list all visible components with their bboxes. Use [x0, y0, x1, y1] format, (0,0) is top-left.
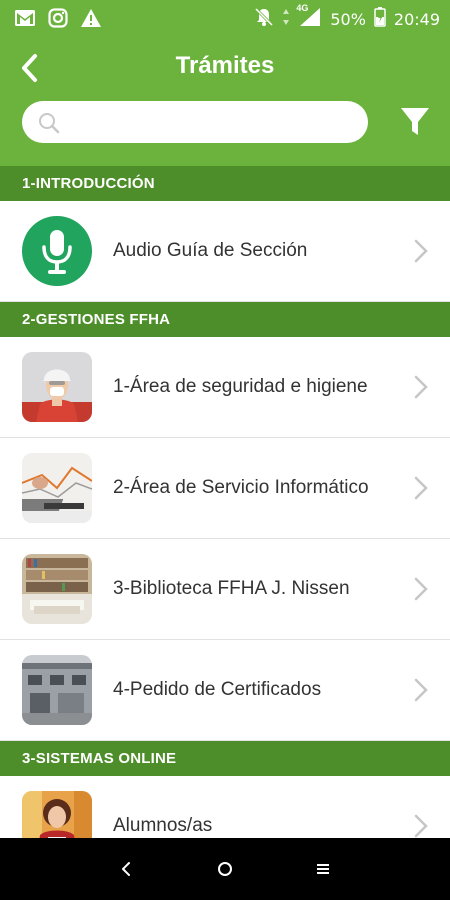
list-item-servicio-informatico[interactable]: 2-Área de Servicio Informático [0, 438, 450, 539]
list-item-label: Audio Guía de Sección [113, 240, 308, 261]
instagram-icon [48, 8, 68, 33]
safety-worker-photo [22, 352, 92, 422]
building-photo [22, 655, 92, 725]
procedures-list[interactable]: 1-INTRODUCCIÓN Audio Guía de Sección 2-G… [0, 166, 450, 838]
data-arrows-icon [282, 8, 290, 31]
page-title: Trámites [175, 52, 275, 79]
list-item-alumnos[interactable]: Alumnos/as [0, 776, 450, 838]
nav-home-icon [218, 862, 232, 876]
section-header-sistemas-online: 3-SISTEMAS ONLINE [0, 741, 450, 776]
library-photo [22, 554, 92, 624]
app-header: Trámites [0, 36, 450, 166]
network-type: 4G [296, 3, 309, 13]
microphone-icon [22, 216, 92, 286]
filter-button[interactable] [400, 106, 430, 138]
list-item-seguridad-higiene[interactable]: 1-Área de seguridad e higiene [0, 337, 450, 438]
list-item-label: Alumnos/as [113, 815, 213, 836]
list-item-label: 4-Pedido de Certificados [113, 679, 322, 700]
clock: 20:49 [393, 10, 440, 29]
signal-icon: 4G [296, 3, 322, 32]
nav-recents-button[interactable] [308, 856, 338, 882]
chevron-right-icon [414, 678, 428, 702]
chevron-right-icon [414, 476, 428, 500]
battery-icon [374, 7, 386, 32]
section-header-introduccion: 1-INTRODUCCIÓN [0, 166, 450, 201]
status-bar: 4G 50% 20:49 [0, 0, 450, 36]
search-input[interactable] [70, 107, 350, 137]
chevron-right-icon [414, 239, 428, 263]
search-bar[interactable] [22, 101, 368, 143]
battery-percent: 50% [330, 10, 366, 29]
chevron-right-icon [414, 375, 428, 399]
list-item-label: 3-Biblioteca FFHA J. Nissen [113, 578, 350, 599]
list-item-certificados[interactable]: 4-Pedido de Certificados [0, 640, 450, 741]
nav-recents-icon [317, 864, 329, 874]
notifications-off-icon [254, 7, 274, 32]
nav-back-icon [122, 862, 130, 876]
list-item-label: 1-Área de seguridad e higiene [113, 376, 368, 397]
student-photo [22, 791, 92, 838]
gmail-icon [14, 9, 36, 32]
filter-icon [401, 108, 429, 135]
chevron-right-icon [414, 814, 428, 838]
nav-back-button[interactable] [111, 856, 141, 882]
list-item-audio-guia[interactable]: Audio Guía de Sección [0, 201, 450, 302]
list-item-label: 2-Área de Servicio Informático [113, 477, 369, 498]
laptop-photo [22, 453, 92, 523]
system-nav-bar [0, 838, 450, 900]
warning-icon [80, 8, 102, 33]
list-item-biblioteca[interactable]: 3-Biblioteca FFHA J. Nissen [0, 539, 450, 640]
nav-home-button[interactable] [210, 856, 240, 882]
chevron-right-icon [414, 577, 428, 601]
search-icon [39, 113, 60, 134]
section-header-gestiones: 2-GESTIONES FFHA [0, 302, 450, 337]
